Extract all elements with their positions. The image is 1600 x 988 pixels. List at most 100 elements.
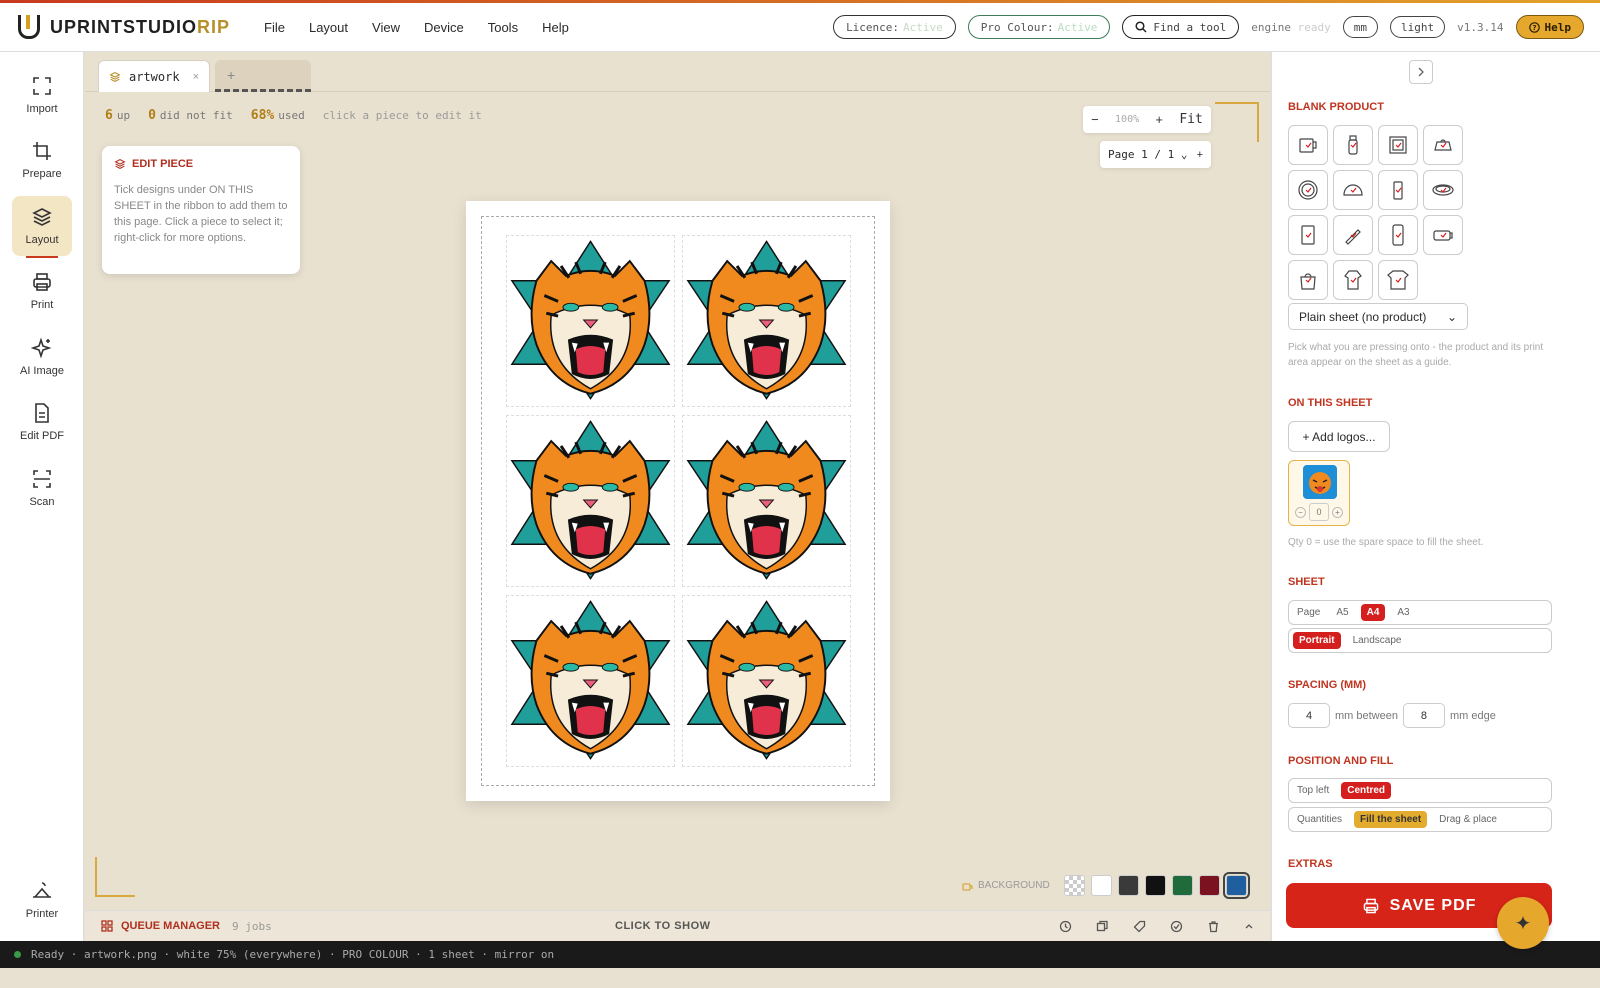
- qty-input[interactable]: 0: [1309, 503, 1329, 521]
- tab-close-icon[interactable]: ×: [193, 71, 199, 83]
- product-bag[interactable]: [1423, 125, 1463, 165]
- tshirt-icon: [1387, 270, 1409, 290]
- fill-the-sheet[interactable]: Fill the sheet: [1354, 811, 1428, 828]
- product-pen[interactable]: [1333, 215, 1373, 255]
- zoom-out-button[interactable]: −: [1091, 112, 1099, 127]
- menu-file[interactable]: File: [264, 20, 285, 35]
- page-selector[interactable]: Page 1 / 1 ⌄ +: [1100, 141, 1211, 168]
- chevron-down-icon: ⌄: [1180, 148, 1188, 161]
- menu-help[interactable]: Help: [542, 20, 569, 35]
- product-mug[interactable]: [1288, 125, 1328, 165]
- spacing-edge-input[interactable]: 8: [1402, 703, 1445, 728]
- orient-portrait[interactable]: Portrait: [1293, 632, 1341, 649]
- chevron-up-icon[interactable]: [1244, 920, 1254, 933]
- fill-drag-place[interactable]: Drag & place: [1435, 811, 1501, 828]
- sidebar-item-edit-pdf[interactable]: Edit PDF: [12, 392, 72, 452]
- bg-swatch-black[interactable]: [1144, 875, 1166, 896]
- duplicate-icon[interactable]: [1096, 920, 1109, 933]
- product-coaster[interactable]: [1423, 170, 1463, 210]
- new-tab-button[interactable]: +: [215, 60, 311, 92]
- find-tool-button[interactable]: Find a tool: [1122, 15, 1240, 39]
- corner-guide: [1215, 102, 1259, 142]
- menu-tools[interactable]: Tools: [488, 20, 518, 35]
- tag-icon[interactable]: [1133, 920, 1146, 933]
- theme-toggle[interactable]: light: [1390, 16, 1446, 38]
- sheet-piece[interactable]: [682, 595, 851, 767]
- paint-bucket-icon: [962, 882, 973, 891]
- licence-status[interactable]: Licence: Active: [833, 15, 956, 39]
- bg-swatch-red[interactable]: [1198, 875, 1220, 896]
- add-logos-button[interactable]: + Add logos...: [1288, 421, 1390, 452]
- ai-assistant-button[interactable]: ✦: [1497, 897, 1549, 949]
- size-page[interactable]: Page: [1293, 604, 1324, 621]
- size-a3[interactable]: A3: [1393, 604, 1413, 621]
- fill-quantities[interactable]: Quantities: [1293, 811, 1346, 828]
- zoom-in-button[interactable]: +: [1155, 112, 1163, 127]
- menu-view[interactable]: View: [372, 20, 400, 35]
- bg-swatch-grey[interactable]: [1117, 875, 1139, 896]
- phone-case-icon: [1301, 225, 1315, 245]
- sidebar-item-layout[interactable]: Layout: [12, 196, 72, 258]
- product-mug-wide[interactable]: [1423, 215, 1463, 255]
- size-a5[interactable]: A5: [1332, 604, 1352, 621]
- add-page-button[interactable]: +: [1197, 149, 1203, 161]
- sheet-piece[interactable]: [506, 235, 675, 407]
- product-cap[interactable]: [1333, 170, 1373, 210]
- help-button[interactable]: ? Help: [1515, 15, 1584, 39]
- product-tshirt[interactable]: [1378, 260, 1418, 300]
- product-hoodie[interactable]: [1333, 260, 1373, 300]
- sheet-piece[interactable]: [506, 595, 675, 767]
- zoom-fit-button[interactable]: Fit: [1179, 112, 1202, 127]
- bg-swatch-green[interactable]: [1171, 875, 1193, 896]
- sidebar-item-import[interactable]: Import: [12, 65, 72, 125]
- sheet-title: SHEET: [1288, 576, 1325, 588]
- product-phone-case[interactable]: [1288, 215, 1328, 255]
- menu-layout[interactable]: Layout: [309, 20, 348, 35]
- product-tote[interactable]: [1288, 260, 1328, 300]
- unit-toggle[interactable]: mm: [1342, 16, 1379, 38]
- mug-wide-icon: [1433, 230, 1453, 241]
- sheet-piece[interactable]: [682, 415, 851, 587]
- spacing-between-input[interactable]: 4: [1288, 703, 1330, 728]
- bg-swatch-blue[interactable]: [1222, 872, 1250, 899]
- qty-increase-button[interactable]: +: [1332, 506, 1343, 518]
- sheet-logo-item[interactable]: − 0 +: [1288, 460, 1350, 526]
- sidebar-item-printer[interactable]: Printer: [12, 870, 72, 930]
- product-plate[interactable]: [1288, 170, 1328, 210]
- menu-device[interactable]: Device: [424, 20, 464, 35]
- bag-icon: [1434, 139, 1452, 151]
- cap-icon: [1343, 184, 1363, 196]
- sidebar-item-scan[interactable]: Scan: [12, 458, 72, 518]
- sheet-piece[interactable]: [682, 235, 851, 407]
- sheet-piece[interactable]: [506, 415, 675, 587]
- product-select[interactable]: Plain sheet (no product) ⌄: [1288, 303, 1468, 330]
- queue-show-button[interactable]: CLICK TO SHOW: [615, 920, 711, 932]
- pro-colour-status[interactable]: Pro Colour: Active: [967, 15, 1111, 39]
- pen-icon: [1345, 229, 1361, 245]
- pos-centred[interactable]: Centred: [1341, 782, 1392, 799]
- qty-decrease-button[interactable]: −: [1295, 506, 1306, 518]
- check-icon[interactable]: [1170, 920, 1183, 933]
- orient-landscape[interactable]: Landscape: [1349, 632, 1406, 649]
- collapse-panel-button[interactable]: [1409, 60, 1433, 84]
- sidebar-item-ai-image[interactable]: AI Image: [12, 327, 72, 387]
- bg-swatch-transparent[interactable]: [1063, 875, 1085, 896]
- trash-icon[interactable]: [1207, 920, 1220, 933]
- product-bottle[interactable]: [1333, 125, 1373, 165]
- history-icon[interactable]: [1059, 920, 1072, 933]
- queue-manager-bar[interactable]: QUEUE MANAGER 9 jobs CLICK TO SHOW: [85, 910, 1270, 941]
- fill-mode-selector: Quantities Fill the sheet Drag & place: [1288, 807, 1552, 832]
- pos-top-left[interactable]: Top left: [1293, 782, 1333, 799]
- sidebar-item-print[interactable]: Print: [12, 261, 72, 321]
- a4-sheet[interactable]: [466, 201, 890, 801]
- sidebar-item-prepare[interactable]: Prepare: [12, 130, 72, 190]
- status-text: Ready · artwork.png · white 75% (everywh…: [31, 948, 555, 961]
- product-frame[interactable]: [1378, 125, 1418, 165]
- chevron-right-icon: [1418, 67, 1424, 77]
- tab-artwork[interactable]: artwork ×: [98, 60, 210, 92]
- product-phone[interactable]: [1378, 215, 1418, 255]
- coaster-icon: [1432, 184, 1454, 196]
- bg-swatch-white[interactable]: [1090, 875, 1112, 896]
- product-tumbler[interactable]: [1378, 170, 1418, 210]
- size-a4[interactable]: A4: [1360, 604, 1386, 621]
